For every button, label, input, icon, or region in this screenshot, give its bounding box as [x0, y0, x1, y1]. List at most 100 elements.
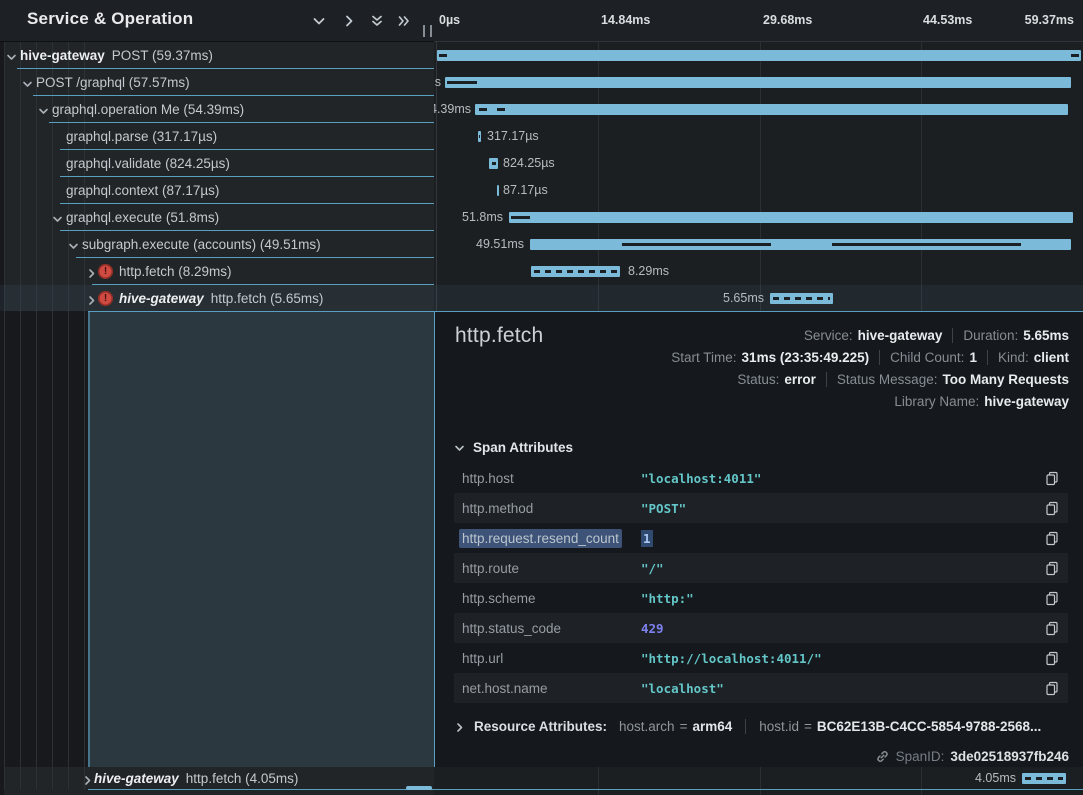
axis-tick: 59.37ms: [1025, 0, 1074, 41]
chevron-down-icon[interactable]: [38, 104, 49, 115]
span-label: http.fetch (5.65ms): [211, 291, 324, 306]
chevron-down-icon[interactable]: [68, 239, 79, 250]
panel-resize-handle[interactable]: [423, 25, 432, 37]
copy-icon[interactable]: [1045, 621, 1059, 636]
axis-tick: 14.84ms: [601, 0, 650, 41]
chevron-right-icon[interactable]: [82, 773, 93, 784]
span-bar[interactable]: [489, 158, 498, 169]
expand-all-icon[interactable]: [396, 13, 412, 29]
span-row[interactable]: POST /graphql (57.57ms) 57.57ms: [0, 69, 1083, 96]
link-icon[interactable]: [875, 749, 890, 764]
attribute-key: http.scheme: [462, 591, 536, 606]
span-bar[interactable]: [475, 104, 1068, 115]
span-label: POST (59.37ms): [112, 48, 213, 63]
span-label: graphql.operation Me (54.39ms): [52, 102, 244, 117]
detail-meta-line: Start Time:31ms (23:35:49.225) Child Cou…: [671, 346, 1069, 368]
duration-label: 824.25µs: [503, 150, 555, 177]
attribute-value: "localhost:4011": [641, 471, 761, 486]
attribute-row[interactable]: http.route "/": [454, 553, 1068, 583]
span-bar[interactable]: [478, 131, 481, 142]
attribute-key: http.host: [462, 471, 514, 486]
attribute-key: http.route: [462, 561, 519, 576]
span-bar[interactable]: [509, 212, 1073, 223]
span-attributes-toggle[interactable]: Span Attributes: [454, 440, 573, 455]
chevron-right-icon[interactable]: [86, 293, 97, 304]
span-row[interactable]: graphql.parse (317.17µs) 317.17µs: [0, 123, 1083, 150]
attribute-row[interactable]: net.host.name "localhost": [454, 673, 1068, 703]
duration-label: 4.05ms: [920, 767, 1016, 790]
span-row[interactable]: graphql.validate (824.25µs) 824.25µs: [0, 150, 1083, 177]
span-row[interactable]: hive-gateway http.fetch (4.05ms) 4.05ms: [0, 767, 1083, 790]
detail-indent-block: [88, 312, 434, 767]
attribute-row[interactable]: http.request.resend_count 1: [454, 523, 1068, 553]
chevron-down-icon: [454, 442, 465, 453]
span-bar[interactable]: [497, 185, 499, 196]
span-bar[interactable]: [437, 50, 1081, 61]
scrollbar-thumb[interactable]: [406, 786, 432, 790]
chevron-right-icon: [454, 721, 465, 732]
attribute-key-selected: http.request.resend_count: [459, 529, 622, 548]
span-row[interactable]: graphql.execute (51.8ms) 51.8ms: [0, 204, 1083, 231]
duration-label: 87.17µs: [503, 177, 548, 204]
attribute-row[interactable]: http.scheme "http:": [454, 583, 1068, 613]
span-row[interactable]: hive-gatewayPOST (59.37ms): [0, 42, 1083, 69]
span-row[interactable]: ! http.fetch (8.29ms) 8.29ms: [0, 258, 1083, 285]
span-label: http.fetch (4.05ms): [186, 771, 299, 786]
span-bar[interactable]: [531, 266, 620, 277]
attribute-value: "/": [641, 561, 664, 576]
span-label: graphql.parse (317.17µs): [66, 129, 217, 144]
chevron-right-icon[interactable]: [86, 266, 97, 277]
span-row-selected[interactable]: ! hive-gateway http.fetch (5.65ms) 5.65ms: [0, 285, 1083, 312]
duration-label: 5.65ms: [600, 285, 764, 312]
duration-label: 54.39ms: [434, 96, 471, 123]
attribute-row[interactable]: http.status_code 429: [454, 613, 1068, 643]
timeline-axis: 0µs 14.84ms 29.68ms 44.53ms 59.37ms: [434, 0, 1083, 42]
duration-label: 8.29ms: [628, 258, 669, 285]
chevron-down-icon[interactable]: [6, 50, 17, 61]
chevron-down-icon[interactable]: [22, 77, 33, 88]
copy-icon[interactable]: [1045, 531, 1059, 546]
attribute-key: http.method: [462, 501, 533, 516]
span-label: http.fetch (8.29ms): [119, 264, 232, 279]
attribute-key: http.url: [462, 651, 503, 666]
attribute-value: "http://localhost:4011/": [641, 651, 822, 666]
duration-label: 317.17µs: [487, 123, 539, 150]
attribute-key: http.status_code: [462, 621, 561, 636]
error-icon: !: [98, 291, 113, 306]
span-bar[interactable]: [770, 293, 833, 304]
duration-label: 51.8ms: [434, 204, 503, 231]
copy-icon[interactable]: [1045, 591, 1059, 606]
span-bar[interactable]: [1022, 773, 1066, 784]
collapse-one-icon[interactable]: [311, 13, 327, 29]
chevron-down-icon[interactable]: [52, 212, 63, 223]
attribute-value: 1: [641, 530, 653, 547]
span-service: hive-gateway: [119, 291, 204, 306]
tree-panel-title: Service & Operation: [27, 9, 193, 29]
expand-one-icon[interactable]: [341, 13, 357, 29]
copy-icon[interactable]: [1045, 651, 1059, 666]
span-row[interactable]: graphql.context (87.17µs) 87.17µs: [0, 177, 1083, 204]
attribute-row[interactable]: http.url "http://localhost:4011/": [454, 643, 1068, 673]
span-row[interactable]: subgraph.execute (accounts) (49.51ms) 49…: [0, 231, 1083, 258]
copy-icon[interactable]: [1045, 561, 1059, 576]
span-bar[interactable]: [530, 239, 1071, 250]
span-label: subgraph.execute (accounts) (49.51ms): [82, 237, 321, 252]
attribute-row[interactable]: http.method "POST": [454, 493, 1068, 523]
span-row[interactable]: graphql.operation Me (54.39ms) 54.39ms: [0, 96, 1083, 123]
partial-row: [0, 790, 1083, 795]
span-bar[interactable]: [445, 77, 1071, 88]
attribute-key: net.host.name: [462, 681, 548, 696]
attribute-value: "localhost": [641, 681, 724, 696]
axis-tick: 44.53ms: [923, 0, 972, 41]
copy-icon[interactable]: [1045, 681, 1059, 696]
copy-icon[interactable]: [1045, 471, 1059, 486]
resource-attributes-toggle[interactable]: Resource Attributes: host.arch = arm64 h…: [454, 711, 1068, 741]
trace-viewer: Service & Operation 0µs 14.84ms 29.68ms …: [0, 0, 1083, 795]
detail-meta-line: Status:error Status Message:Too Many Req…: [737, 368, 1069, 390]
span-service: hive-gateway: [94, 771, 179, 786]
detail-title: http.fetch: [455, 324, 543, 348]
attribute-value: "http:": [641, 591, 694, 606]
collapse-all-icon[interactable]: [369, 13, 385, 29]
attribute-row[interactable]: http.host "localhost:4011": [454, 463, 1068, 493]
copy-icon[interactable]: [1045, 501, 1059, 516]
